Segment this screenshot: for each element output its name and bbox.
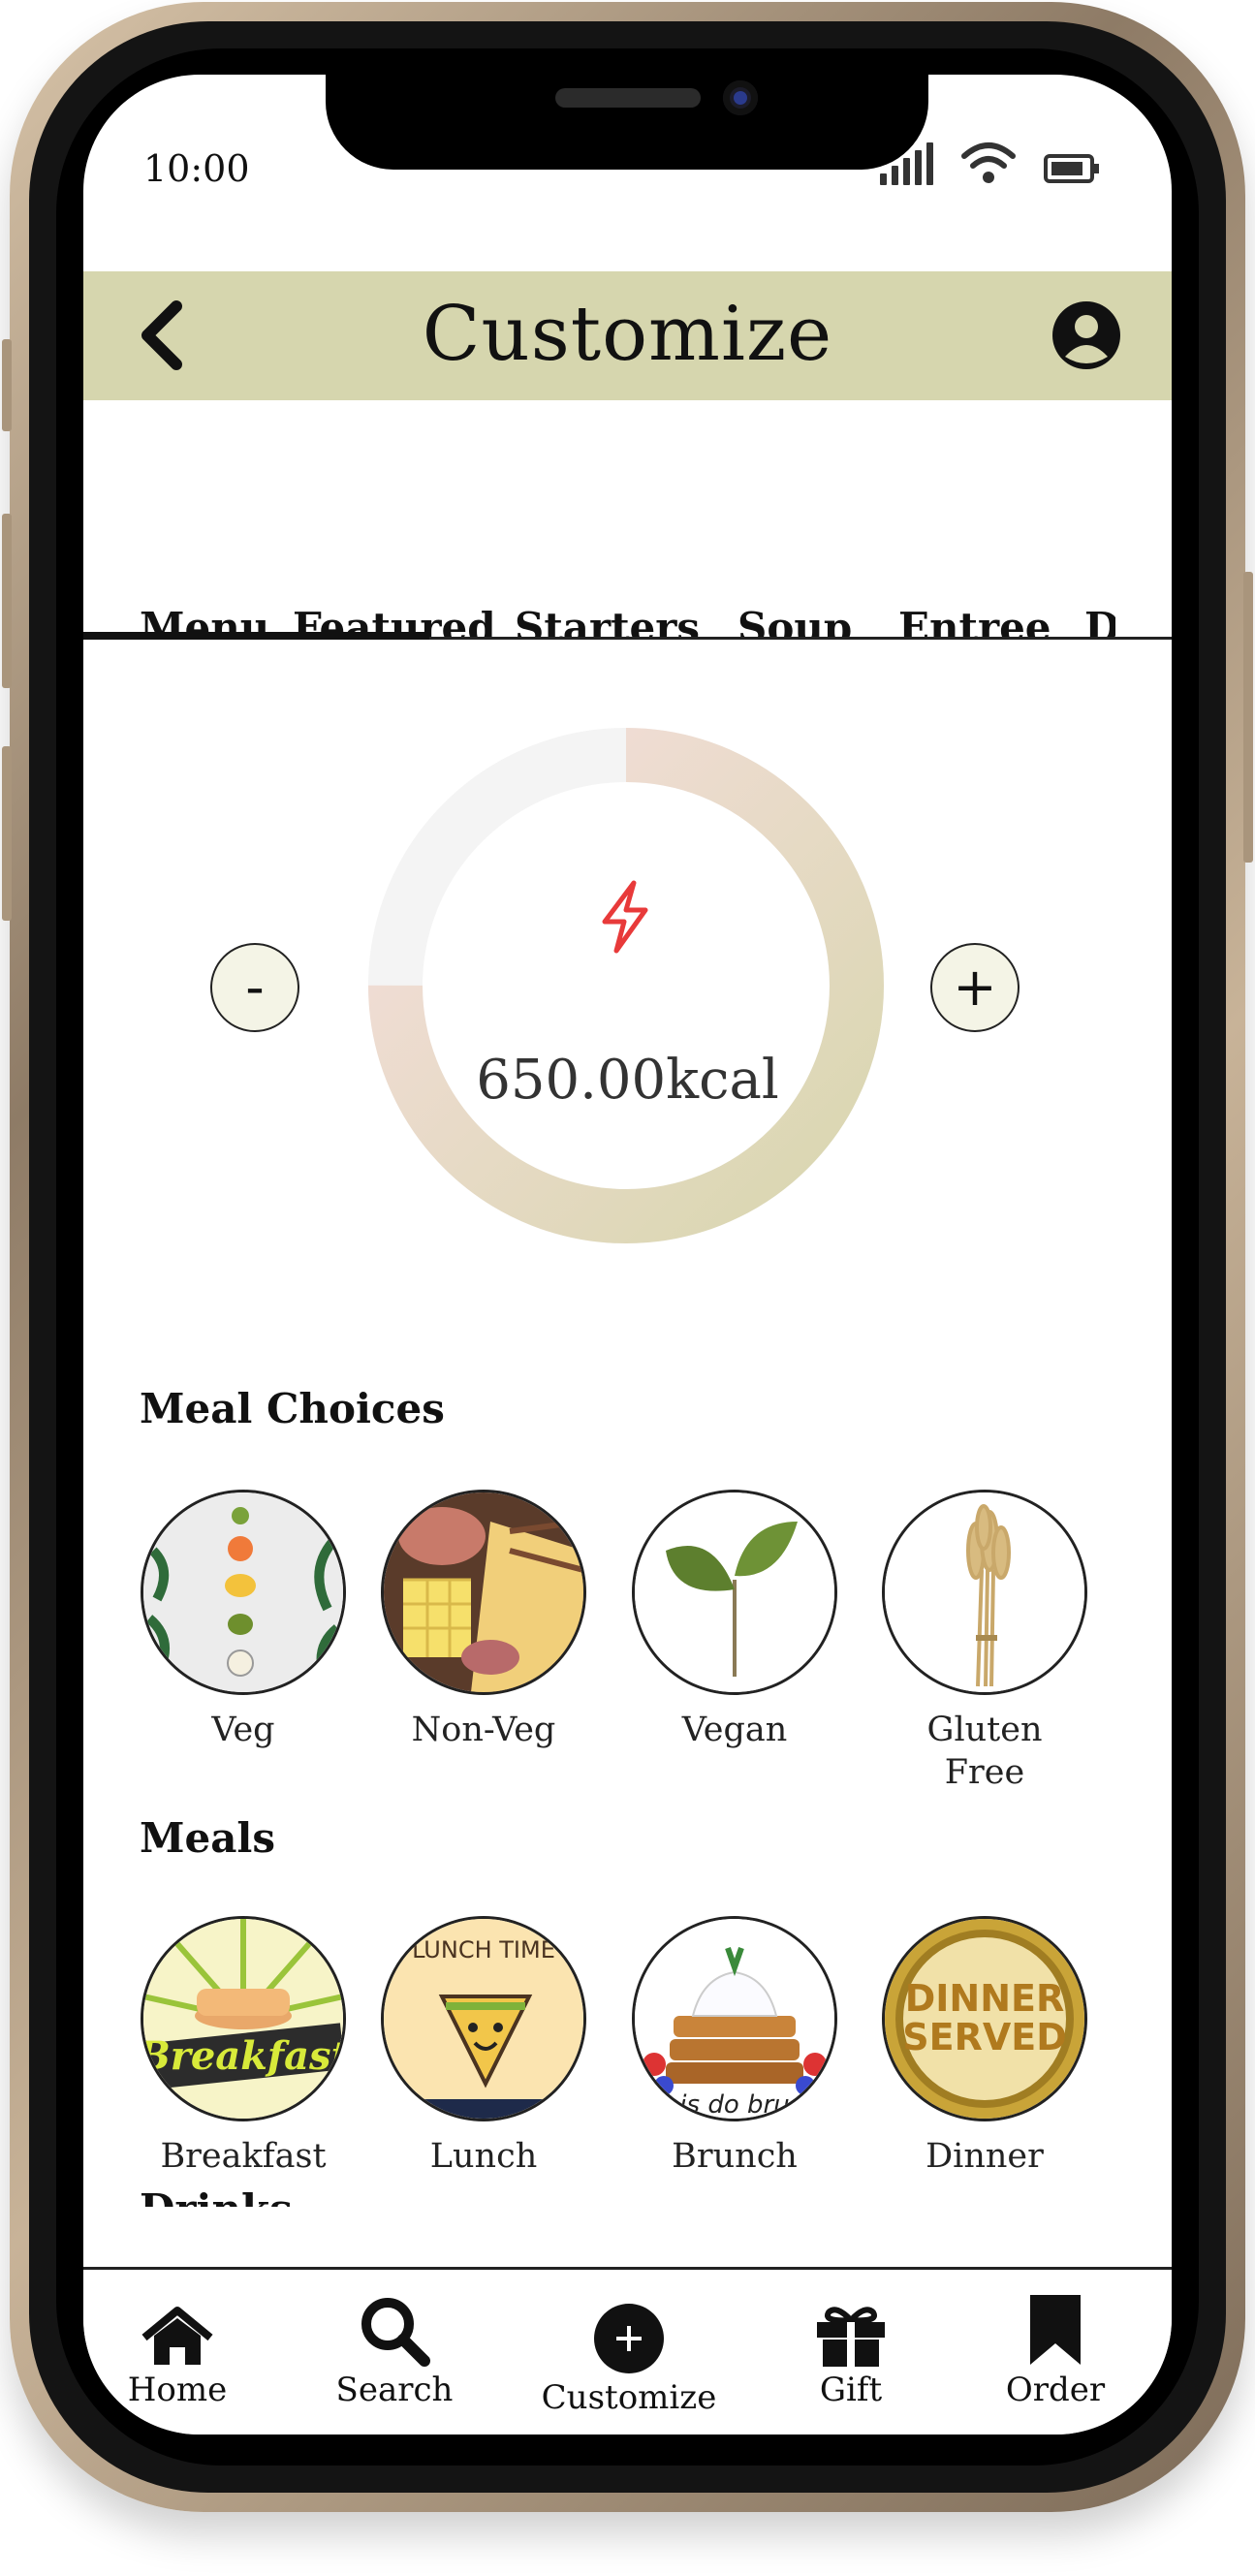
home-icon [141,2307,213,2365]
silent-switch [2,339,12,431]
meal-choice-label: Gluten Free [926,1711,1043,1792]
meal-choices-heading: Meal Choices [140,1385,445,1432]
status-icons [880,141,1100,185]
calorie-ring [364,724,888,1247]
active-tab-indicator [83,632,429,640]
meal-label: Breakfast [160,2137,327,2176]
nav-order-label: Order [1005,2371,1106,2409]
meal-choice-label: Non-Veg [411,1711,556,1749]
tab-soup[interactable]: Soup [737,604,852,637]
vegan-image [632,1490,837,1695]
wifi-icon [961,142,1016,183]
calorie-value: 650.00kcal [476,1049,779,1112]
lunch-art-text: LUNCH TIME [412,1936,555,1963]
phone-screen: 10:00 Customize Menu Featured Starters S… [83,75,1172,2435]
bottom-nav: Home Search Customize Gift Order [83,2267,1172,2435]
lightning-bolt-icon [602,880,648,954]
meal-choice-veg[interactable]: Veg [117,1490,369,1751]
brunch-art-text: is do bru [679,2090,789,2119]
drinks-heading-clip: Drinks [83,2178,1172,2207]
nav-home-label: Home [127,2371,228,2409]
increase-calorie-button[interactable]: + [930,943,1020,1032]
dinner-art-text-2: SERVED [902,2016,1067,2058]
meal-choice-label: Vegan [681,1711,788,1749]
gift-icon [817,2307,885,2367]
nav-gift-label: Gift [819,2371,883,2409]
tab-partial[interactable]: D [1084,604,1115,637]
breakfast-art-text: Breakfast [143,2033,343,2079]
tab-entree[interactable]: Entree [898,604,1051,637]
power-button [1243,572,1253,863]
meal-brunch[interactable]: is do bru Brunch [609,1916,861,2178]
volume-down-button [2,746,12,921]
meal-breakfast[interactable]: Breakfast Breakfast [117,1916,369,2178]
status-time: 10:00 [143,147,250,190]
meal-choice-label: Veg [211,1711,275,1749]
nav-customize-label: Customize [541,2378,717,2417]
nav-gift[interactable]: Gift [754,2291,948,2409]
breakfast-image: Breakfast [141,1916,346,2121]
search-icon [361,2298,430,2367]
plus-circle-icon [594,2304,664,2373]
lunch-image: LUNCH TIME [381,1916,586,2121]
bookmark-icon [1030,2295,1081,2365]
notch [326,75,928,170]
calorie-ring-chart [368,728,884,1243]
nav-home[interactable]: Home [83,2291,274,2409]
meal-choice-non-veg[interactable]: Non-Veg [358,1490,610,1751]
non-veg-image [381,1490,586,1695]
meals-heading: Meals [140,1814,276,1862]
dinner-art-text-1: DINNER [905,1977,1065,2020]
drinks-heading: Drinks [140,2185,293,2207]
front-camera [723,80,758,115]
gluten-free-image [882,1490,1087,1695]
nav-search-label: Search [335,2371,454,2409]
nav-search[interactable]: Search [298,2291,491,2409]
meal-choice-vegan[interactable]: Vegan [609,1490,861,1751]
speaker-grille [555,88,701,108]
brunch-image: is do bru [632,1916,837,2121]
veg-image [141,1490,346,1695]
tab-starters[interactable]: Starters [515,604,700,637]
tab-scroll-area: Menu Featured Starters Soup Entree D [83,520,1115,637]
page-title: Customize [422,291,833,378]
meal-label: Dinner [926,2137,1044,2176]
dinner-image: DINNER SERVED [882,1916,1087,2121]
nav-customize[interactable]: Customize [532,2299,726,2417]
meal-lunch[interactable]: LUNCH TIME Lunch [358,1916,610,2178]
app-header: Customize [83,271,1172,400]
meal-choice-gluten-free[interactable]: Gluten Free [859,1490,1111,1794]
signal-icon [880,142,933,185]
profile-icon[interactable] [1051,300,1121,370]
meal-dinner[interactable]: DINNER SERVED Dinner [859,1916,1111,2178]
meal-label: Brunch [672,2137,798,2176]
meal-label: Lunch [429,2137,538,2176]
category-tabs: Menu Featured Starters Soup Entree D [83,520,1172,640]
nav-order[interactable]: Order [958,2291,1152,2409]
battery-icon [1044,154,1099,183]
volume-up-button [2,514,12,688]
decrease-calorie-button[interactable]: - [210,943,299,1032]
